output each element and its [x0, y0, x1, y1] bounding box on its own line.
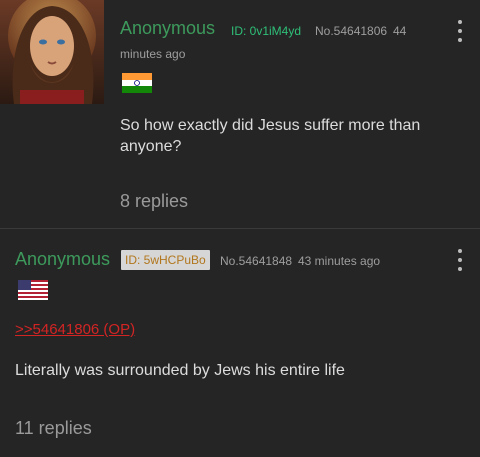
post-time: 44 — [393, 24, 407, 38]
post-number[interactable]: No.54641806 — [315, 24, 387, 38]
poster-name: Anonymous — [120, 18, 216, 38]
post-time-continued: minutes ago — [120, 47, 186, 61]
post-card: Anonymous ID: 5wHCPuBo No.54641848 43 mi… — [0, 229, 480, 457]
india-flag-icon — [122, 73, 152, 93]
post-thumbnail-image[interactable] — [0, 0, 104, 104]
us-flag-icon — [18, 280, 48, 300]
replies-count[interactable]: 11 replies — [15, 418, 92, 439]
more-options-icon[interactable] — [450, 248, 470, 274]
poster-id[interactable]: ID: 0v1iM4yd — [231, 24, 301, 38]
poster-name: Anonymous — [15, 249, 111, 269]
post-number[interactable]: No.54641848 — [220, 254, 292, 268]
post-time: 43 minutes ago — [298, 254, 381, 268]
replies-count[interactable]: 8 replies — [120, 191, 188, 212]
poster-id[interactable]: ID: 5wHCPuBo — [121, 250, 210, 270]
quote-link[interactable]: >>54641806 (OP) — [15, 321, 135, 338]
post-comment: Literally was surrounded by Jews his ent… — [15, 362, 345, 379]
post-card: Anonymous ID: 0v1iM4yd No.54641806 44 mi… — [0, 0, 480, 228]
post-comment: So how exactly did Jesus suffer more tha… — [120, 117, 421, 155]
more-options-icon[interactable] — [450, 19, 470, 45]
